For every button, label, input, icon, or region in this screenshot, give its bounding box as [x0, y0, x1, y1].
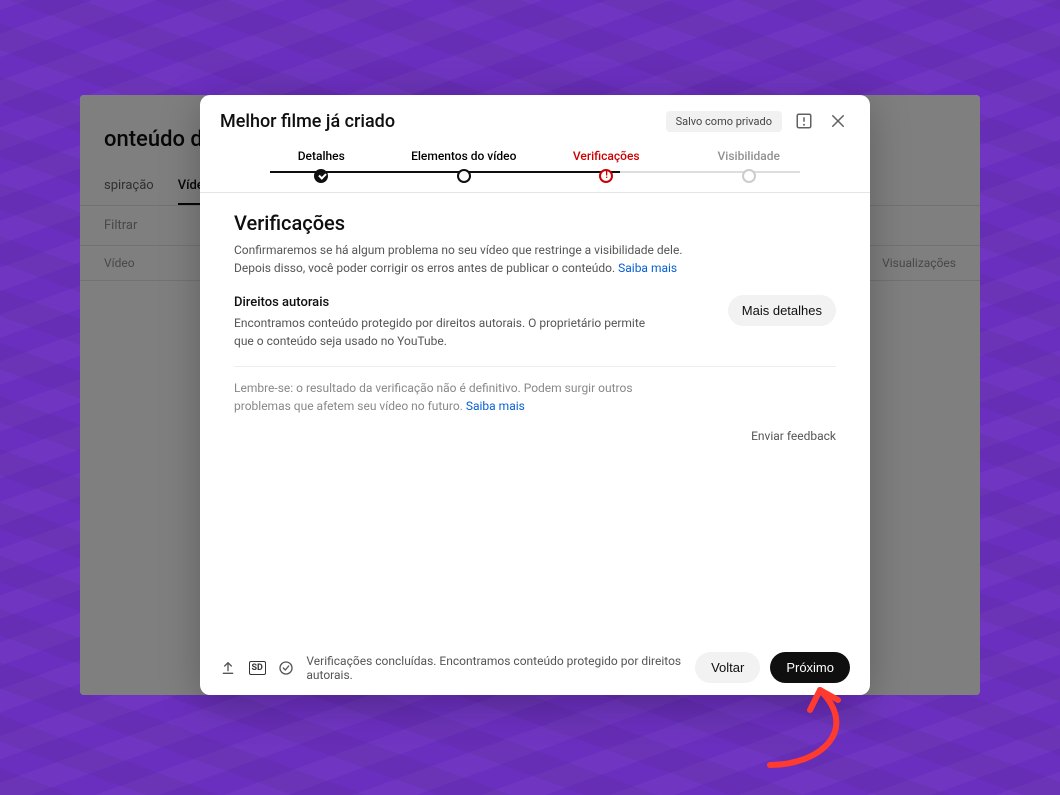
step-label: Verificações — [573, 149, 640, 163]
footer-status-text: Verificações concluídas. Encontramos con… — [306, 654, 695, 682]
stepper: Detalhes Elementos do vídeo Verificações… — [200, 143, 870, 193]
checks-note: Lembre-se: o resultado da verificação nã… — [234, 379, 674, 415]
learn-more-link[interactable]: Saiba mais — [618, 261, 677, 275]
dialog-body: Verificações Confirmaremos se há algum p… — [200, 193, 870, 639]
sd-badge: SD — [249, 661, 266, 675]
copyright-desc: Encontramos conteúdo protegido por direi… — [234, 314, 654, 350]
step-label: Detalhes — [298, 149, 345, 163]
step-label: Visibilidade — [718, 149, 780, 163]
dialog-title: Melhor filme já criado — [220, 111, 395, 132]
checks-heading: Verificações — [234, 211, 836, 235]
close-icon[interactable] — [826, 109, 850, 133]
step-elements[interactable]: Elementos do vídeo — [393, 149, 536, 183]
send-feedback-link[interactable]: Enviar feedback — [751, 429, 836, 443]
upload-icon — [220, 659, 237, 677]
dialog-header: Melhor filme já criado Salvo como privad… — [200, 95, 870, 143]
next-button[interactable]: Próximo — [770, 652, 850, 683]
col-views: Visualizações — [882, 256, 956, 270]
upload-dialog: Melhor filme já criado Salvo como privad… — [200, 95, 870, 695]
learn-more-link[interactable]: Saiba mais — [466, 399, 525, 413]
step-visibility[interactable]: Visibilidade — [678, 149, 821, 183]
dialog-footer: SD Verificações concluídas. Encontramos … — [200, 639, 870, 695]
more-details-button[interactable]: Mais detalhes — [728, 295, 836, 326]
copyright-title: Direitos autorais — [234, 295, 654, 310]
step-checks[interactable]: Verificações — [535, 149, 678, 183]
step-label: Elementos do vídeo — [411, 149, 516, 163]
tab-inspiration[interactable]: spiração — [104, 178, 154, 205]
back-button[interactable]: Voltar — [695, 652, 760, 683]
checks-description: Confirmaremos se há algum problema no se… — [234, 241, 694, 277]
step-dot-icon — [457, 169, 471, 183]
col-video: Vídeo — [104, 256, 135, 270]
copyright-block: Direitos autorais Encontramos conteúdo p… — [234, 295, 836, 367]
step-dot-done-icon — [314, 169, 328, 183]
step-dot-icon — [742, 169, 756, 183]
save-status-badge: Salvo como privado — [666, 111, 782, 132]
step-details[interactable]: Detalhes — [250, 149, 393, 183]
step-dot-alert-icon — [599, 169, 613, 183]
check-circle-icon — [278, 659, 295, 677]
feedback-icon[interactable] — [792, 109, 816, 133]
